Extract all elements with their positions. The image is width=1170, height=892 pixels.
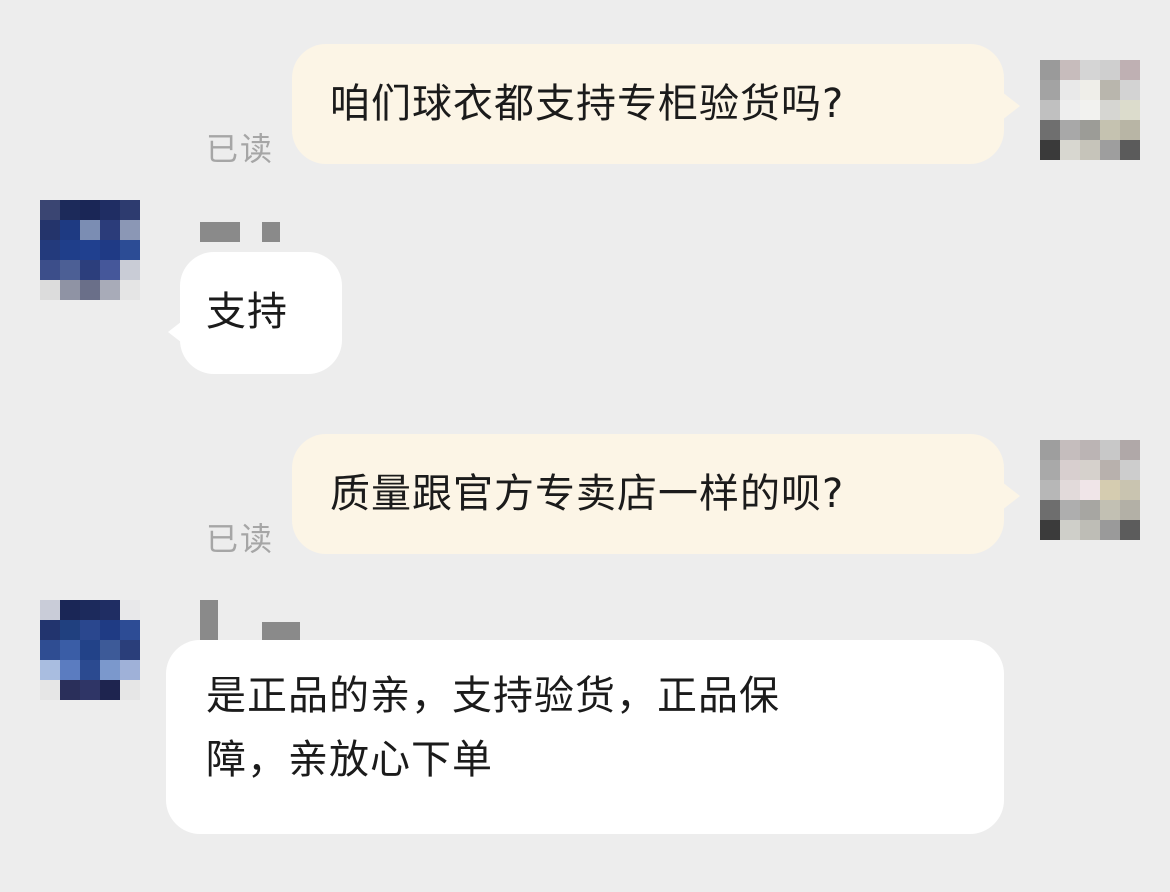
- message-text: 支持: [206, 289, 288, 335]
- contact-name-redacted: [200, 600, 310, 640]
- contact-avatar[interactable]: [40, 600, 140, 700]
- contact-name-redacted: [200, 222, 290, 244]
- bubble-tail: [1002, 92, 1020, 120]
- chat-view[interactable]: 已读 咱们球衣都支持专柜验货吗? 支持 已读 质量跟官方专卖店一样的呗? 是正品…: [0, 0, 1170, 892]
- contact-avatar[interactable]: [40, 200, 140, 300]
- read-status: 已读: [206, 520, 275, 558]
- message-bubble-incoming[interactable]: 是正品的亲，支持验货，正品保 障，亲放心下单: [166, 640, 1004, 834]
- bubble-tail: [1002, 482, 1020, 510]
- message-bubble-incoming[interactable]: 支持: [180, 252, 342, 374]
- message-text: 是正品的亲，支持验货，正品保 障，亲放心下单: [206, 673, 780, 783]
- message-row-incoming: 支持: [0, 190, 1170, 390]
- message-text: 质量跟官方专卖店一样的呗?: [330, 471, 845, 517]
- message-bubble-outgoing[interactable]: 质量跟官方专卖店一样的呗?: [292, 434, 1004, 554]
- message-row-outgoing: 已读 质量跟官方专卖店一样的呗?: [0, 420, 1170, 570]
- message-text: 咱们球衣都支持专柜验货吗?: [330, 81, 845, 127]
- user-avatar[interactable]: [1040, 440, 1140, 540]
- user-avatar[interactable]: [1040, 60, 1140, 160]
- message-row-incoming: 是正品的亲，支持验货，正品保 障，亲放心下单: [0, 590, 1170, 850]
- message-bubble-outgoing[interactable]: 咱们球衣都支持专柜验货吗?: [292, 44, 1004, 164]
- message-row-outgoing: 已读 咱们球衣都支持专柜验货吗?: [0, 0, 1170, 180]
- read-status: 已读: [206, 130, 275, 168]
